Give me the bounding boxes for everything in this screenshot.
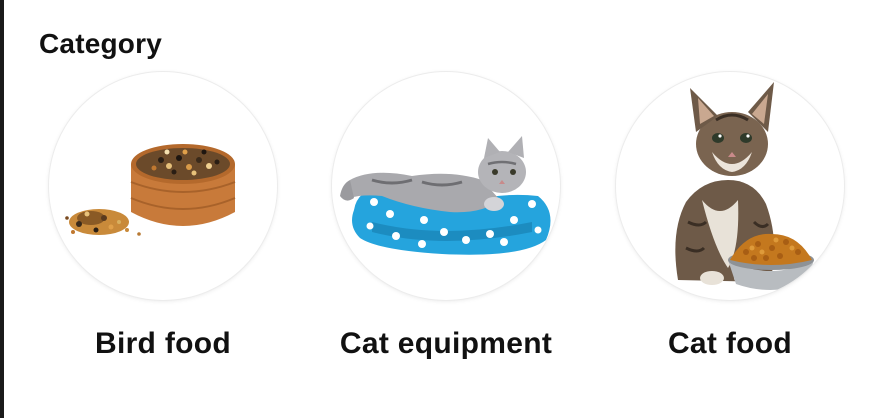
section-title: Category: [39, 28, 162, 59]
category-image-cat-food: [616, 72, 844, 300]
category-item-bird-food[interactable]: Bird food: [13, 72, 313, 372]
category-item-cat-food[interactable]: Cat food: [580, 72, 880, 372]
category-label: Bird food: [94, 327, 231, 360]
category-label: Cat food: [667, 327, 793, 360]
category-image-cat-equipment: [332, 72, 560, 300]
window-left-edge: [0, 0, 4, 418]
category-item-cat-equipment[interactable]: Cat equipment: [296, 72, 596, 372]
category-label: Cat equipment: [339, 327, 553, 360]
category-image-bird-food: [49, 72, 277, 300]
